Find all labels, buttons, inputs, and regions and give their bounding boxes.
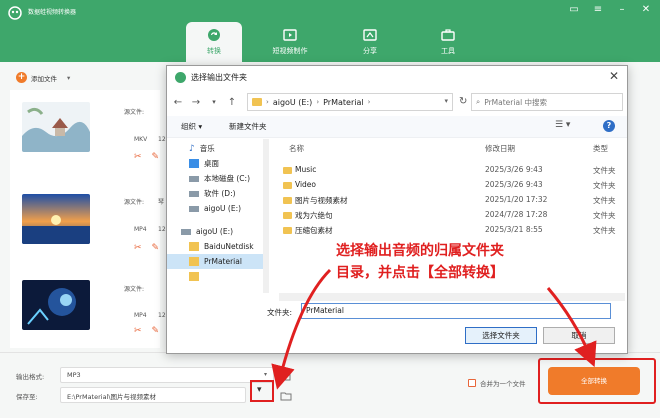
annotation-arrows bbox=[271, 268, 597, 390]
arrow-to-browse bbox=[271, 268, 332, 390]
arrow-to-convert bbox=[546, 287, 597, 368]
